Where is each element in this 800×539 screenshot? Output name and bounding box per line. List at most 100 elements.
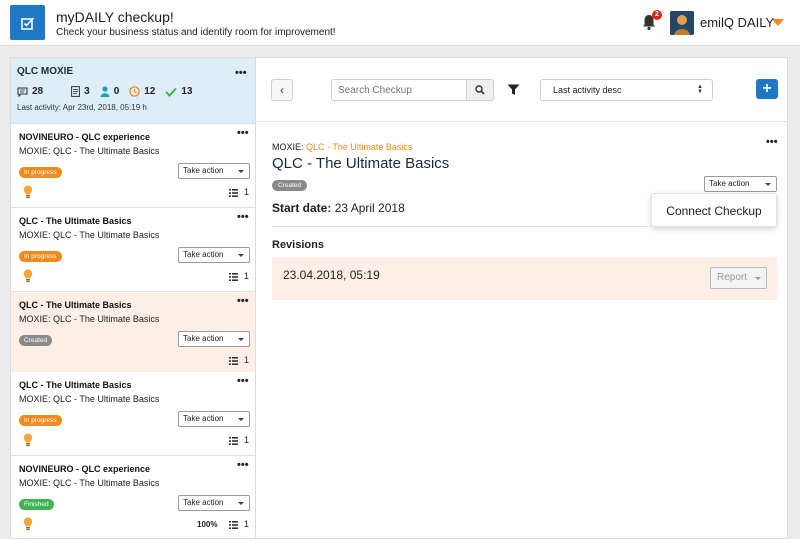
- search-button[interactable]: [466, 79, 494, 101]
- caret-down-icon: [238, 170, 244, 173]
- stat-done: 13: [165, 86, 193, 97]
- breadcrumb-link[interactable]: QLC - The Ultimate Basics: [306, 142, 412, 152]
- card-subtitle: MOXIE: QLC - The Ultimate Basics: [19, 314, 160, 324]
- card-more-icon[interactable]: •••: [237, 296, 249, 307]
- stat-users-value: 0: [113, 86, 120, 97]
- filter-button[interactable]: [504, 81, 522, 99]
- take-action-dropdown[interactable]: Take action: [178, 247, 250, 263]
- stat-pending: 12: [129, 86, 155, 97]
- user-icon: [100, 86, 110, 97]
- app-subtitle: Check your business status and identify …: [56, 27, 336, 38]
- group-stats: 28 3 0 12 13: [17, 86, 203, 97]
- start-date: Start date: 23 April 2018: [272, 201, 405, 215]
- card-more-icon[interactable]: •••: [237, 376, 249, 387]
- item-count: 1: [244, 271, 250, 281]
- checkup-list-panel: QLC MOXIE ••• 28 3 0 12 13 Last activity…: [10, 57, 256, 539]
- stat-documents-value: 3: [84, 86, 90, 97]
- lightbulb-icon: [23, 433, 33, 447]
- back-button[interactable]: ‹: [271, 79, 293, 101]
- item-count: 1: [244, 519, 250, 529]
- list-icon: [229, 521, 238, 529]
- revision-date: 23.04.2018, 05:19: [283, 268, 380, 282]
- card-more-icon[interactable]: •••: [237, 460, 249, 471]
- app-logo[interactable]: [10, 5, 45, 40]
- detail-more-icon[interactable]: •••: [766, 137, 778, 148]
- add-checkup-button[interactable]: +: [756, 79, 778, 99]
- take-action-label: Take action: [709, 179, 750, 188]
- user-photo-icon: [670, 11, 694, 35]
- search-input[interactable]: [331, 79, 466, 101]
- take-action-dropdown[interactable]: Take action: [178, 331, 250, 347]
- stat-documents: 3: [71, 86, 90, 97]
- notification-badge: 2: [652, 10, 662, 20]
- page-title: QLC - The Ultimate Basics: [272, 155, 450, 172]
- status-badge: In progress: [19, 251, 62, 262]
- stat-comments: 28: [17, 86, 43, 97]
- comment-icon: [17, 86, 28, 97]
- chevron-left-icon: ‹: [280, 83, 284, 97]
- top-header: myDAILY checkup! Check your business sta…: [0, 0, 800, 46]
- user-name[interactable]: emilQ DAILY: [700, 15, 774, 30]
- list-icon: [229, 273, 238, 281]
- card-title: QLC - The Ultimate Basics: [19, 380, 132, 390]
- sort-select[interactable]: Last activity desc ▲ ▼: [540, 79, 713, 101]
- take-action-label: Take action: [183, 250, 224, 259]
- start-date-label: Start date:: [272, 201, 332, 215]
- group-summary[interactable]: QLC MOXIE ••• 28 3 0 12 13 Last activity…: [11, 58, 255, 124]
- group-last-activity: Last activity: Apr 23rd, 2018, 05:19 h: [17, 103, 147, 112]
- revision-row[interactable]: 23.04.2018, 05:19 Report: [272, 257, 777, 300]
- checkbox-edit-icon: [20, 16, 34, 30]
- item-count: 1: [244, 355, 250, 365]
- stat-comments-value: 28: [32, 86, 44, 97]
- status-badge: In progress: [19, 415, 62, 426]
- completion-percent: 100%: [197, 520, 218, 529]
- caret-down-icon: [238, 502, 244, 505]
- stat-done-value: 13: [181, 86, 193, 97]
- filter-icon: [507, 84, 519, 95]
- take-action-label: Take action: [183, 498, 224, 507]
- lightbulb-icon: [23, 517, 33, 531]
- avatar[interactable]: [670, 11, 694, 35]
- card-title: QLC - The Ultimate Basics: [19, 216, 132, 226]
- take-action-dropdown[interactable]: Take action: [178, 411, 250, 427]
- lightbulb-icon: [23, 185, 33, 199]
- take-action-label: Take action: [183, 414, 224, 423]
- list-icon: [229, 437, 238, 445]
- revisions-heading: Revisions: [272, 239, 324, 251]
- item-count: 1: [244, 187, 250, 197]
- checkup-card[interactable]: QLC - The Ultimate Basics ••• MOXIE: QLC…: [11, 372, 255, 456]
- connect-checkup-menu-item[interactable]: Connect Checkup: [666, 204, 761, 218]
- card-title: NOVINEURO - QLC experience: [19, 464, 151, 474]
- stat-users: 0: [100, 86, 120, 97]
- lightbulb-icon: [23, 269, 33, 283]
- take-action-dropdown[interactable]: Take action: [178, 163, 250, 179]
- search-icon: [475, 85, 485, 95]
- check-icon: [165, 87, 178, 97]
- take-action-dropdown[interactable]: Take action: [178, 495, 250, 511]
- checkup-card-selected[interactable]: QLC - The Ultimate Basics ••• MOXIE: QLC…: [11, 292, 255, 376]
- caret-down-icon: [238, 254, 244, 257]
- detail-take-action-dropdown[interactable]: Take action: [704, 176, 777, 192]
- card-subtitle: MOXIE: QLC - The Ultimate Basics: [19, 230, 160, 240]
- list-icon: [229, 357, 238, 365]
- group-title: QLC MOXIE: [17, 66, 74, 77]
- app-title: myDAILY checkup!: [56, 9, 174, 25]
- breadcrumb-prefix: MOXIE:: [272, 142, 307, 152]
- card-title: QLC - The Ultimate Basics: [19, 300, 132, 310]
- divider: [272, 226, 652, 227]
- user-menu-caret-icon[interactable]: [772, 19, 784, 26]
- card-subtitle: MOXIE: QLC - The Ultimate Basics: [19, 146, 160, 156]
- report-dropdown-button[interactable]: Report: [710, 267, 767, 289]
- checkup-card[interactable]: QLC - The Ultimate Basics ••• MOXIE: QLC…: [11, 208, 255, 292]
- take-action-label: Take action: [183, 166, 224, 175]
- checkup-card[interactable]: NOVINEURO - QLC experience ••• MOXIE: QL…: [11, 124, 255, 208]
- status-badge: Finished: [19, 499, 54, 510]
- caret-down-icon: [238, 338, 244, 341]
- take-action-label: Take action: [183, 334, 224, 343]
- start-date-value: 23 April 2018: [334, 201, 405, 215]
- group-more-icon[interactable]: •••: [235, 68, 247, 79]
- card-subtitle: MOXIE: QLC - The Ultimate Basics: [19, 394, 160, 404]
- card-more-icon[interactable]: •••: [237, 128, 249, 139]
- checkup-card[interactable]: NOVINEURO - QLC experience ••• MOXIE: QL…: [11, 456, 255, 538]
- card-more-icon[interactable]: •••: [237, 212, 249, 223]
